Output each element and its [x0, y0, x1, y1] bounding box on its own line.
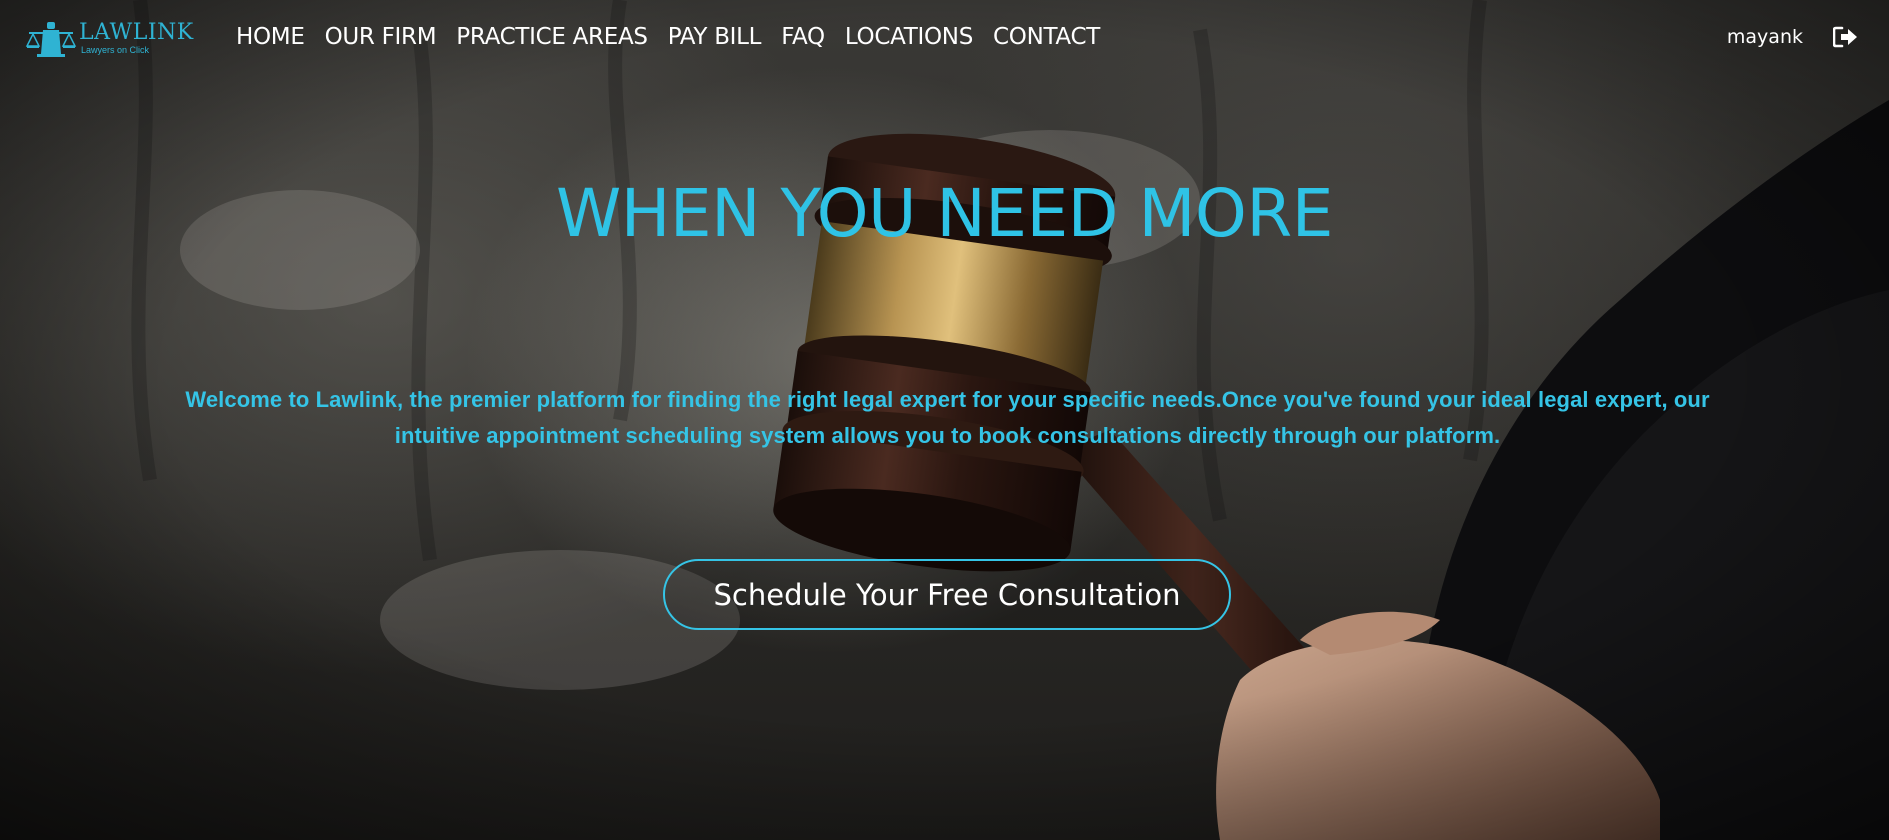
nav-item-home[interactable]: HOME [236, 24, 305, 50]
scales-of-justice-icon [25, 22, 77, 57]
nav-item-our-firm[interactable]: OUR FIRM [325, 24, 437, 50]
brand-name: LAWLINK [79, 19, 194, 45]
nav-item-locations[interactable]: LOCATIONS [845, 24, 973, 50]
nav-item-practice-areas[interactable]: PRACTICE AREAS [456, 24, 648, 50]
nav-item-pay-bill[interactable]: PAY BILL [668, 24, 762, 50]
top-navbar: LAWLINK Lawyers on Click HOME OUR FIRM P… [0, 0, 1889, 80]
nav-item-contact[interactable]: CONTACT [993, 24, 1100, 50]
nav-item-faq[interactable]: FAQ [781, 24, 825, 50]
schedule-consultation-button[interactable]: Schedule Your Free Consultation [663, 559, 1231, 630]
sign-out-icon[interactable] [1833, 26, 1859, 48]
brand-logo[interactable]: LAWLINK Lawyers on Click [25, 18, 200, 58]
user-area: mayank [1727, 26, 1859, 48]
username-label[interactable]: mayank [1727, 26, 1803, 48]
brand-tagline: Lawyers on Click [81, 44, 150, 55]
main-nav: HOME OUR FIRM PRACTICE AREAS PAY BILL FA… [236, 24, 1120, 50]
hero-description: Welcome to Lawlink, the premier platform… [185, 387, 1710, 448]
brand-text: LAWLINK Lawyers on Click [79, 19, 194, 55]
hero-title: WHEN YOU NEED MORE [556, 175, 1333, 252]
